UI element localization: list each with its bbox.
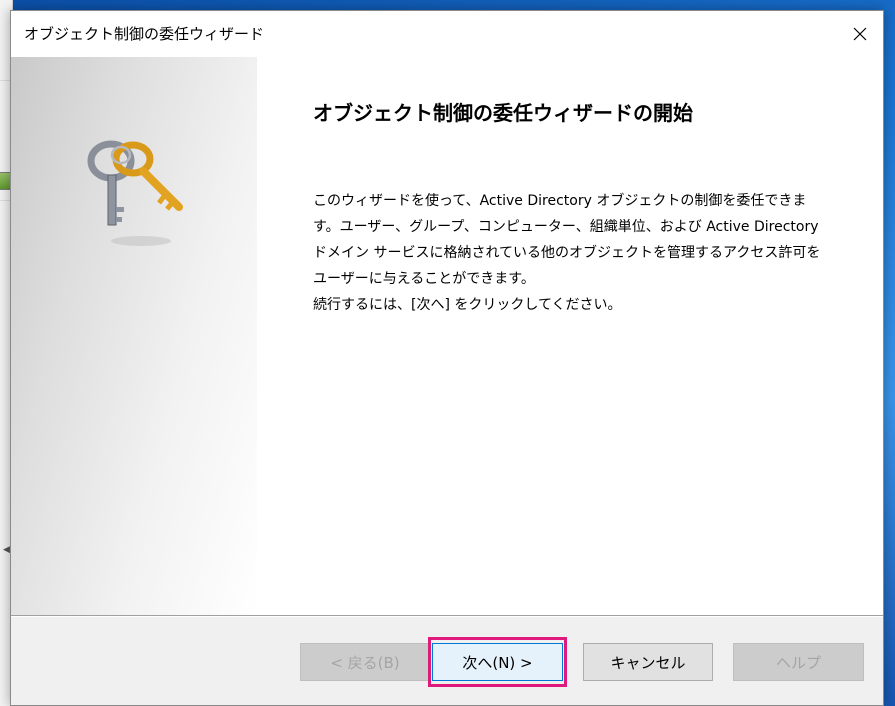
instruction-text: 続行するには、[次へ] をクリックしてください。 — [313, 297, 622, 313]
page-title: オブジェクト制御の委任ウィザードの開始 — [313, 101, 693, 125]
title-bar: オブジェクト制御の委任ウィザード — [11, 11, 883, 57]
wizard-side-panel — [11, 57, 257, 615]
wizard-content: オブジェクト制御の委任ウィザードの開始 このウィザードを使って、Active D… — [257, 57, 883, 615]
back-button[interactable]: < 戻る(B) — [300, 643, 430, 681]
cancel-button[interactable]: キャンセル — [583, 643, 713, 681]
close-button[interactable] — [837, 11, 883, 57]
window-title: オブジェクト制御の委任ウィザード — [24, 25, 265, 43]
close-icon — [853, 27, 867, 41]
scroll-arrow-icon: ◀ — [3, 545, 10, 555]
help-button[interactable]: ヘルプ — [733, 643, 864, 681]
next-button[interactable]: 次へ(N) > — [432, 643, 563, 681]
button-bar: < 戻る(B) 次へ(N) > キャンセル ヘルプ — [11, 617, 883, 705]
wizard-dialog: オブジェクト制御の委任ウィザード オブジェクト制御の委任ウィザードの開始 このウ… — [10, 10, 884, 706]
keys-icon — [87, 140, 183, 246]
description-text: このウィザードを使って、Active Directory オブジェクトの制御を委… — [313, 193, 821, 287]
